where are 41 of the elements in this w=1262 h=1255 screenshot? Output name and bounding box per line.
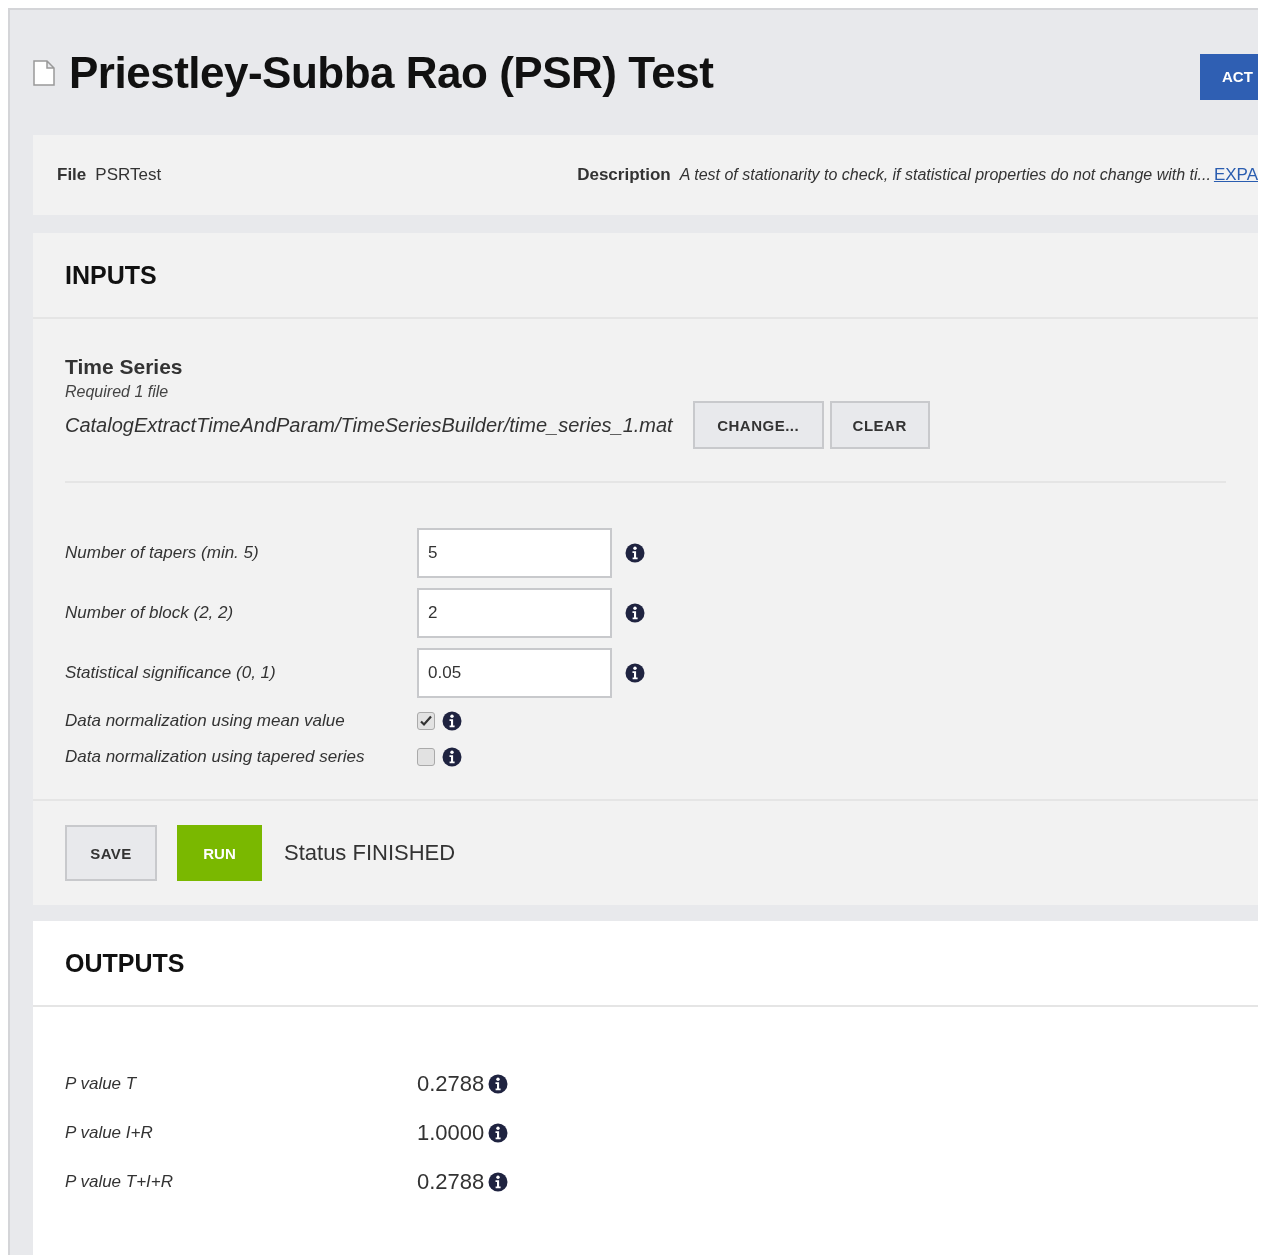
description-label: Description xyxy=(577,165,671,185)
parameter-label: Statistical significance (0, 1) xyxy=(65,663,277,683)
info-icon[interactable] xyxy=(625,663,645,683)
parameter-label: Data normalization using mean value xyxy=(65,711,346,731)
file-value: PSRTest xyxy=(95,165,162,185)
info-icon[interactable] xyxy=(488,1073,509,1094)
section-title: INPUTS xyxy=(33,233,1258,319)
clear-button[interactable]: CLEAR xyxy=(829,401,930,449)
input-field[interactable]: 5 xyxy=(417,528,612,578)
output-value: 0.2788 xyxy=(417,1070,485,1097)
expand-link[interactable]: EXPA xyxy=(1213,165,1258,185)
info-icon[interactable] xyxy=(625,543,645,563)
change-button[interactable]: CHANGE... xyxy=(692,401,824,449)
action-button[interactable]: ACT xyxy=(1200,53,1258,100)
info-icon[interactable] xyxy=(625,603,645,623)
parameter-label: Number of block (2, 2) xyxy=(65,603,235,623)
output-label: P value T xyxy=(65,1073,138,1094)
output-value: 0.2788 xyxy=(417,1168,485,1195)
save-button[interactable]: SAVE xyxy=(65,825,157,881)
parameter-label: Data normalization using tapered series xyxy=(65,747,366,767)
parameter-label: Number of tapers (min. 5) xyxy=(65,543,260,563)
section-title: OUTPUTS xyxy=(33,921,1258,1007)
status-text: Status FINISHED xyxy=(284,840,456,866)
checkbox[interactable] xyxy=(417,712,435,730)
output-label: P value T+I+R xyxy=(65,1171,175,1192)
info-icon[interactable] xyxy=(442,711,462,731)
file-path: CatalogExtractTimeAndParam/TimeSeriesBuilder/time_series_1.mat xyxy=(65,413,673,437)
output-label: P value I+R xyxy=(65,1122,154,1143)
page-title: Priestley-Subba Rao (PSR) Test xyxy=(69,47,715,98)
checkbox[interactable] xyxy=(417,748,435,766)
file-label: File xyxy=(57,165,87,185)
info-icon[interactable] xyxy=(488,1122,509,1143)
info-icon[interactable] xyxy=(442,747,462,767)
output-value: 1.0000 xyxy=(417,1119,485,1146)
field-label: Time Series xyxy=(65,355,184,379)
description-text: A test of stationarity to check, if statistical properties do not change with ti... xyxy=(679,166,1211,184)
input-field[interactable]: 2 xyxy=(417,588,612,638)
hint-text: Required 1 file xyxy=(65,383,170,401)
document-icon xyxy=(33,59,55,86)
input-field[interactable]: 0.05 xyxy=(417,648,612,698)
info-icon[interactable] xyxy=(488,1171,509,1192)
